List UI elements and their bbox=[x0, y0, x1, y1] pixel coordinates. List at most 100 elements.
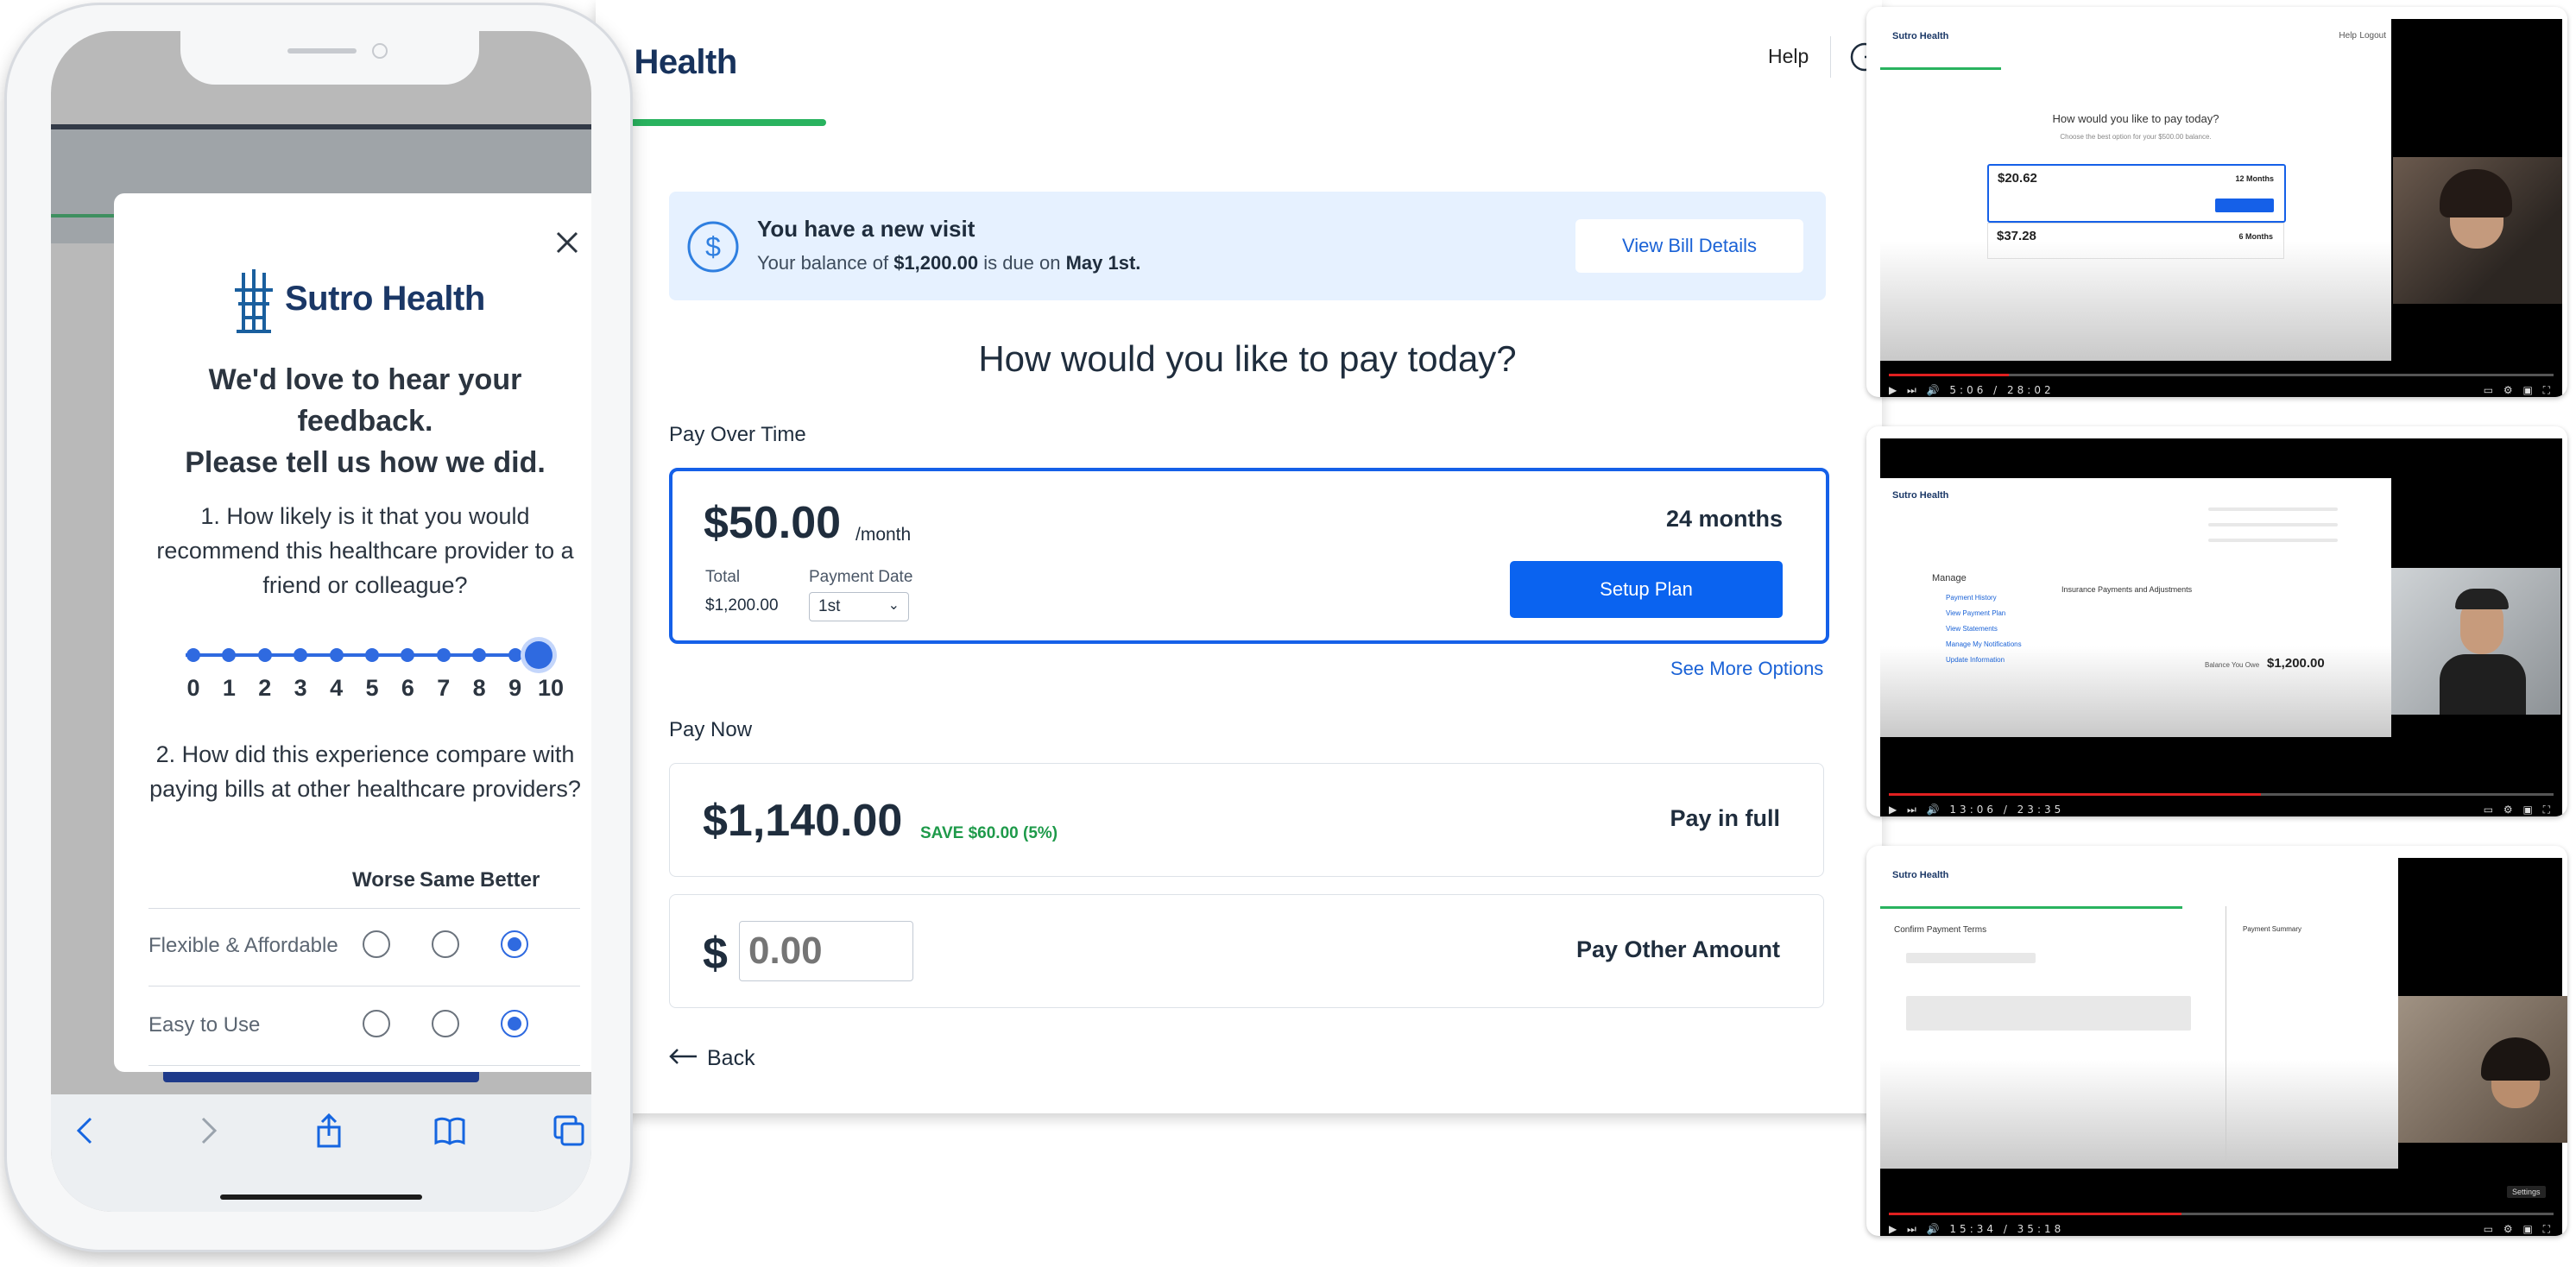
score-slider-track[interactable] bbox=[186, 653, 543, 657]
share-icon[interactable] bbox=[312, 1113, 346, 1148]
view-bill-details-button[interactable]: View Bill Details bbox=[1575, 219, 1803, 273]
score-label: 8 bbox=[472, 675, 486, 701]
score-label: 7 bbox=[437, 675, 451, 701]
slider-dot[interactable] bbox=[508, 648, 522, 662]
webcam-participant bbox=[2398, 996, 2567, 1143]
pay-now-label: Pay Now bbox=[669, 718, 753, 741]
video-thumbnail-1[interactable]: Sutro Health Help Logout How would you l… bbox=[1866, 7, 2567, 397]
column-better: Better bbox=[480, 868, 540, 892]
slider-dot[interactable] bbox=[472, 648, 487, 662]
radio-easy-worse[interactable] bbox=[363, 1010, 390, 1037]
plan-months: 24 months bbox=[1665, 506, 1783, 532]
pay-other-amount-label: Pay Other Amount bbox=[1575, 936, 1780, 962]
pay-other-amount-card[interactable]: $ Pay Other Amount bbox=[669, 894, 1824, 1008]
slide-balance-value: $1,200.00 bbox=[2267, 656, 2325, 671]
video-progress[interactable] bbox=[1889, 793, 2554, 796]
forward-icon[interactable] bbox=[191, 1113, 225, 1148]
slider-dot[interactable] bbox=[329, 648, 344, 662]
radio-easy-better[interactable] bbox=[501, 1010, 528, 1037]
video-right-controls[interactable]: ▭ ⚙ ▣ ⛶ bbox=[2484, 804, 2554, 816]
radio-flexible-worse[interactable] bbox=[363, 930, 390, 958]
feedback-modal: Sutro Health We'd love to hear your feed… bbox=[114, 193, 591, 1072]
svg-text:$: $ bbox=[705, 231, 721, 262]
desktop-app-window: o Health Help $ You have a new visit You… bbox=[596, 0, 1882, 1113]
video-play-controls[interactable]: ▶ ⏭ 🔊 5:06 / 28:02 bbox=[1889, 384, 2055, 397]
score-label: 10 bbox=[537, 675, 565, 701]
progress-bar bbox=[630, 119, 826, 126]
radio-easy-same[interactable] bbox=[432, 1010, 459, 1037]
row-divider bbox=[148, 908, 580, 909]
participant-hair bbox=[2440, 169, 2512, 217]
slider-dot[interactable] bbox=[257, 648, 272, 662]
total-label: Total bbox=[705, 568, 741, 586]
radio-flexible-better[interactable] bbox=[501, 930, 528, 958]
slide-terms bbox=[1906, 996, 2191, 1031]
score-label: 3 bbox=[294, 675, 307, 701]
help-link[interactable]: Help bbox=[1768, 45, 1809, 68]
score-slider-thumb[interactable] bbox=[525, 641, 552, 669]
webcam-participant bbox=[2391, 568, 2560, 715]
slide-manage-heading: Manage bbox=[1932, 573, 1967, 583]
slider-dot[interactable] bbox=[436, 648, 451, 662]
tabs-icon[interactable] bbox=[552, 1113, 586, 1148]
notice-title: You have a new visit bbox=[757, 216, 975, 242]
slider-dot[interactable] bbox=[294, 648, 308, 662]
pay-over-time-label: Pay Over Time bbox=[669, 423, 806, 446]
slider-dot[interactable] bbox=[222, 648, 237, 662]
savings-badge: SAVE $60.00 (5%) bbox=[920, 824, 1058, 842]
video-thumbnail-2[interactable]: Sutro Health Manage Payment History View … bbox=[1866, 426, 2567, 816]
video-right-controls[interactable]: ▭ ⚙ ▣ ⛶ bbox=[2484, 1223, 2554, 1236]
slide-plan-card: $20.62 12 Months bbox=[1987, 164, 2286, 223]
close-icon[interactable] bbox=[552, 228, 582, 257]
bookmarks-icon[interactable] bbox=[432, 1113, 467, 1148]
video-progress[interactable] bbox=[1889, 374, 2554, 376]
slide-row bbox=[2208, 539, 2338, 542]
slider-dot[interactable] bbox=[401, 648, 415, 662]
slide-summary-title: Payment Summary bbox=[2243, 925, 2302, 933]
speaker-grille bbox=[287, 48, 357, 54]
video-slide: Sutro Health Help Logout How would you l… bbox=[1880, 19, 2391, 361]
payment-date-select[interactable]: 1st ⌄ bbox=[809, 592, 909, 621]
other-amount-input[interactable] bbox=[739, 921, 913, 981]
see-more-options-link[interactable]: See More Options bbox=[1670, 658, 1823, 680]
column-same: Same bbox=[420, 868, 476, 892]
setup-plan-button[interactable]: Setup Plan bbox=[1510, 561, 1783, 618]
score-label: 9 bbox=[508, 675, 522, 701]
slide-balance-label: Balance You Owe bbox=[2205, 661, 2260, 669]
slide-title: How would you like to pay today? bbox=[2052, 112, 2219, 125]
feedback-heading-line-3: Please tell us how we did. bbox=[185, 446, 546, 479]
slide-subtitle: Choose the best option for your $500.00 … bbox=[2060, 133, 2212, 141]
back-link[interactable]: Back bbox=[669, 1046, 755, 1071]
slide-plan-card-2: $37.28 6 Months bbox=[1987, 223, 2284, 259]
plan-period: /month bbox=[856, 525, 912, 545]
video-play-controls[interactable]: ▶ ⏭ 🔊 13:06 / 23:35 bbox=[1889, 804, 2064, 816]
total-value: $1,200.00 bbox=[705, 596, 779, 615]
video-play-controls[interactable]: ▶ ⏭ 🔊 15:34 / 35:18 bbox=[1889, 1223, 2064, 1236]
slide-setup-button bbox=[2215, 199, 2274, 212]
score-label: 6 bbox=[401, 675, 414, 701]
video-progress[interactable] bbox=[1889, 1213, 2554, 1215]
slider-dot[interactable] bbox=[365, 648, 379, 662]
row-divider bbox=[148, 1065, 580, 1066]
score-label: 0 bbox=[186, 675, 200, 701]
slide-progress bbox=[1880, 67, 2001, 70]
participant-shirt bbox=[2440, 654, 2526, 715]
notice-body-prefix: Your balance of bbox=[757, 252, 894, 274]
header-divider bbox=[1830, 36, 1831, 78]
phone-mockup: Sutro Health We'd love to hear your feed… bbox=[7, 5, 630, 1250]
slide-brand: Sutro Health bbox=[1892, 870, 1949, 880]
video-frame: Sutro Health Confirm Payment Terms Payme… bbox=[1880, 858, 2567, 1236]
modal-brand: Sutro Health bbox=[285, 280, 485, 318]
slide-brand: Sutro Health bbox=[1892, 31, 1949, 41]
radio-flexible-same[interactable] bbox=[432, 930, 459, 958]
page-question: How would you like to pay today? bbox=[978, 338, 1517, 379]
phone-notch bbox=[180, 31, 479, 85]
slider-dot[interactable] bbox=[186, 648, 200, 662]
back-icon[interactable] bbox=[68, 1113, 103, 1148]
notice-due-date: May 1st. bbox=[1065, 252, 1141, 274]
video-thumbnail-3[interactable]: Sutro Health Confirm Payment Terms Payme… bbox=[1866, 846, 2567, 1236]
payment-plan-card[interactable]: $50.00 /month 24 months Total $1,200.00 … bbox=[669, 468, 1829, 644]
video-progress-played bbox=[1889, 793, 2262, 796]
pay-in-full-card[interactable]: $1,140.00 SAVE $60.00 (5%) Pay in full bbox=[669, 763, 1824, 877]
video-right-controls[interactable]: ▭ ⚙ ▣ ⛶ bbox=[2484, 384, 2554, 397]
